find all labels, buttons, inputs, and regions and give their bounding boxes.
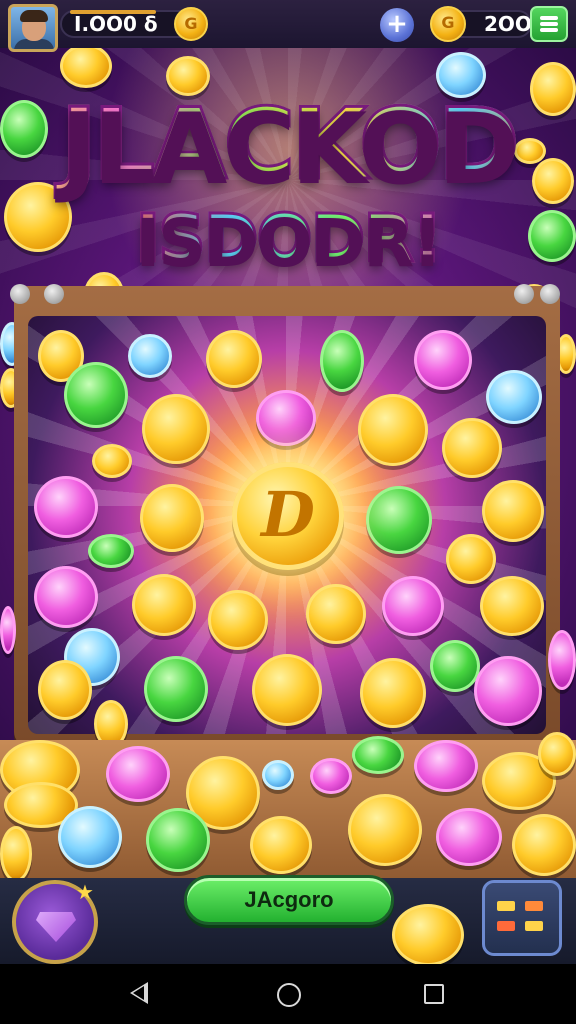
board-knob [540,284,560,304]
coin[interactable] [430,640,480,692]
coin [262,760,294,790]
jackpot-coin[interactable]: D [232,462,344,570]
coin [106,746,170,802]
coin[interactable] [206,330,262,388]
coin[interactable] [442,418,502,478]
coin[interactable] [320,330,364,392]
coin[interactable] [474,656,542,726]
coin[interactable] [142,394,210,464]
jackpot-button[interactable]: JAcgoro [184,875,394,925]
coin[interactable] [132,574,196,636]
progress-bar [70,10,156,14]
title-line-2: ISDODR! [0,199,576,279]
coin-icon: G [430,6,466,42]
coin[interactable] [208,590,268,650]
coin[interactable] [88,534,134,568]
coin[interactable] [38,660,92,720]
coin[interactable] [482,480,544,542]
back-icon[interactable] [130,982,148,1004]
coin [310,758,352,794]
coin[interactable] [128,334,172,378]
title-line-1: JLACKOD [0,87,576,204]
avatar[interactable] [8,4,58,52]
avatar-hair [20,10,48,22]
coin[interactable] [256,390,316,446]
coin[interactable] [144,656,208,722]
coin[interactable] [252,654,322,726]
coin [538,732,576,776]
coin[interactable] [486,370,542,424]
coin [352,736,404,774]
coin[interactable] [414,330,472,390]
coin[interactable] [358,394,428,466]
coin [0,826,32,882]
recents-icon[interactable] [424,984,444,1004]
coin [58,806,122,868]
balance-right-value: 2OO [484,12,532,36]
coin[interactable] [480,576,544,636]
coin[interactable] [360,658,426,728]
plus-icon[interactable]: + [380,8,414,42]
board-knob [44,284,64,304]
board-knob [514,284,534,304]
coin[interactable] [140,484,204,552]
coin[interactable] [366,486,432,554]
coin[interactable] [306,584,366,644]
star-icon: ★ [76,880,94,904]
home-icon[interactable] [277,983,301,1007]
coin[interactable] [548,630,576,690]
coin [348,794,422,866]
coin [436,808,502,866]
coin [250,816,312,874]
grid-icon[interactable] [482,880,562,956]
board-knob [10,284,30,304]
coin [392,904,464,966]
coin [414,740,478,792]
coin[interactable] [446,534,496,584]
coin[interactable] [92,444,132,478]
coin[interactable] [382,576,444,636]
coin [146,808,210,872]
balance-left-value: I.OO0 δ [74,12,158,36]
coin [60,44,112,88]
gem-icon [36,912,76,942]
coin[interactable] [0,606,16,654]
coin [512,814,576,876]
menu-icon[interactable] [530,6,568,42]
coin[interactable] [34,566,98,628]
coin[interactable] [34,476,98,538]
coin-icon: G [174,7,208,41]
coin[interactable] [64,362,128,428]
